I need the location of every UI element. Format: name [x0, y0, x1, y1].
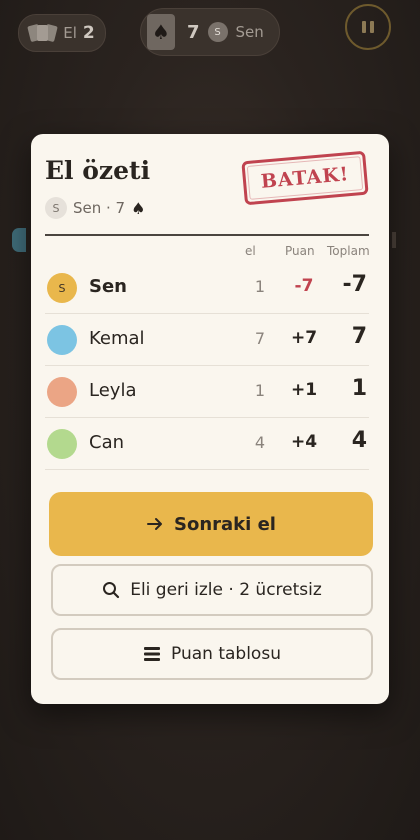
col-header-el: el — [245, 244, 256, 258]
player-avatar — [47, 429, 77, 459]
player-hand-score: -7 — [294, 276, 314, 296]
pause-icon — [362, 21, 366, 33]
next-hand-button[interactable]: Sonraki el — [49, 492, 373, 556]
player-tricks: 1 — [254, 277, 266, 296]
player-hand-score: +4 — [290, 432, 318, 452]
menu-icon — [143, 646, 161, 662]
table-row: Can 4 +4 4 — [45, 418, 369, 470]
player-seat-right — [392, 232, 396, 248]
table-row: Kemal 7 +7 7 — [45, 314, 369, 366]
player-total: 4 — [351, 428, 367, 453]
hand-number: 2 — [82, 23, 95, 43]
batak-stamp: BATAK! — [241, 150, 369, 206]
player-tricks: 1 — [254, 381, 266, 400]
replay-hand-button[interactable]: Eli geri izle · 2 ücretsiz — [51, 564, 373, 616]
replay-hand-label: Eli geri izle · 2 ücretsiz — [130, 580, 322, 600]
spade-icon: ♠ — [131, 198, 146, 218]
header-divider — [45, 234, 369, 236]
player-name: Leyla — [89, 380, 137, 401]
pause-button[interactable] — [345, 4, 391, 50]
bidder-summary-text: Sen · 7 — [73, 199, 126, 217]
player-name: Can — [89, 432, 125, 453]
player-total: -7 — [342, 272, 367, 297]
modal-title: El özeti — [45, 156, 151, 185]
cards-icon — [27, 23, 59, 43]
col-header-toplam: Toplam — [327, 244, 370, 258]
bid-player-avatar: S — [207, 22, 228, 42]
player-avatar: S — [47, 273, 77, 303]
player-total: 1 — [351, 376, 367, 401]
player-tricks: 4 — [254, 433, 266, 452]
scoreboard-label: Puan tablosu — [171, 644, 281, 664]
current-bid: ♠ 7 S Sen — [140, 8, 280, 56]
player-avatar — [47, 377, 77, 407]
bid-number: 7 — [187, 21, 200, 43]
player-avatar — [47, 325, 77, 355]
player-name: Sen — [89, 276, 127, 297]
hand-summary-modal: El özeti S Sen · 7 ♠ BATAK! el Puan Topl… — [31, 134, 389, 704]
hand-label: El — [63, 24, 77, 42]
search-icon — [102, 581, 120, 599]
player-hand-score: +7 — [290, 328, 318, 348]
player-tricks: 7 — [254, 329, 266, 348]
col-header-puan: Puan — [285, 244, 315, 258]
table-row: Leyla 1 +1 1 — [45, 366, 369, 418]
player-hand-score: +1 — [290, 380, 318, 400]
spade-icon: ♠ — [147, 14, 175, 50]
bidder-avatar: S — [45, 197, 67, 219]
next-hand-label: Sonraki el — [174, 513, 276, 535]
player-name: Kemal — [89, 328, 145, 349]
player-total: 7 — [351, 324, 367, 349]
bidder-summary: S Sen · 7 ♠ — [45, 197, 145, 219]
table-row: S Sen 1 -7 -7 — [45, 262, 369, 314]
arrow-right-icon — [146, 515, 164, 533]
bid-player-name: Sen — [235, 23, 264, 41]
player-seat-left — [12, 228, 26, 252]
scoreboard-button[interactable]: Puan tablosu — [51, 628, 373, 680]
hand-counter: El 2 — [18, 14, 106, 52]
